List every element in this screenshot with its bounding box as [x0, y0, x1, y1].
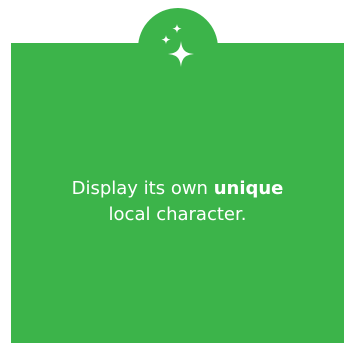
icon-badge [138, 8, 218, 88]
message-text-start: Display its own [71, 178, 214, 199]
message-bold-text: unique [213, 178, 284, 199]
card-message: Display its own unique local character. [11, 176, 344, 228]
message-text-end: local character. [108, 204, 247, 225]
card-stage: Display its own unique local character. [0, 0, 355, 354]
sparkles-icon [161, 24, 194, 67]
